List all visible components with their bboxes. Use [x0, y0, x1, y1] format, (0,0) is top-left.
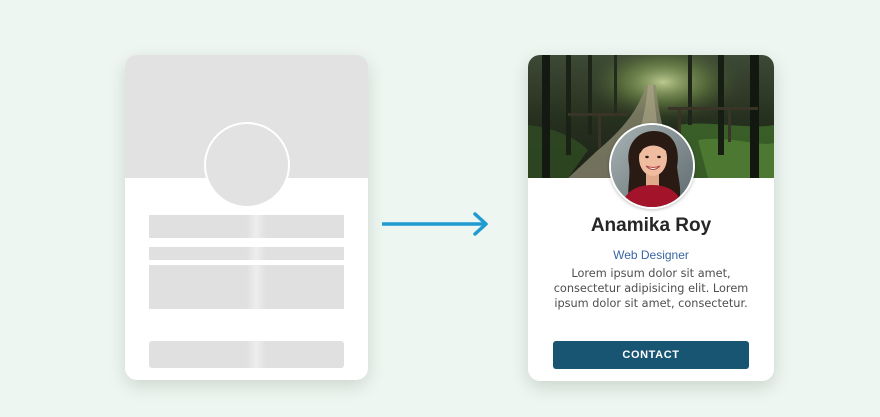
profile-role: Web Designer — [613, 248, 689, 262]
skeleton-bio-placeholder — [149, 265, 344, 309]
avatar — [609, 123, 695, 209]
skeleton-name-placeholder — [149, 215, 344, 238]
skeleton-role-placeholder — [149, 247, 344, 260]
profile-card: Anamika Roy Web Designer Lorem ipsum dol… — [528, 55, 774, 381]
profile-bio: Lorem ipsum dolor sit amet, consectetur … — [553, 267, 749, 310]
profile-name: Anamika Roy — [590, 215, 712, 236]
skeleton-card — [125, 55, 368, 380]
skeleton-button-placeholder — [149, 341, 344, 368]
contact-button[interactable]: CONTACT — [553, 341, 749, 369]
arrow-right-icon — [382, 212, 488, 236]
portrait-photo — [611, 125, 693, 207]
skeleton-avatar-placeholder — [204, 122, 290, 208]
